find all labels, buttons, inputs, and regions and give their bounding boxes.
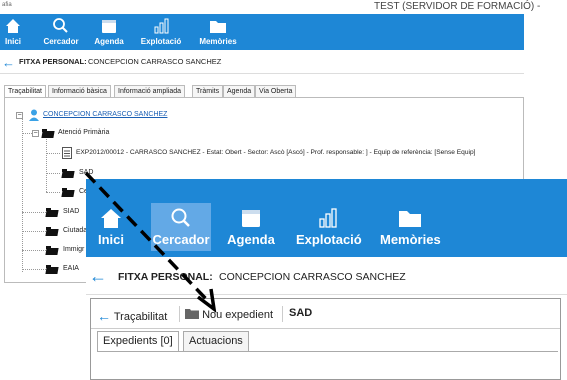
ribbon-inici[interactable]: Inici: [96, 207, 126, 247]
back-arrow-icon[interactable]: ←: [2, 55, 15, 70]
window-tag: afia: [2, 2, 12, 8]
tab-content: [97, 351, 558, 379]
tree-connector: [22, 133, 32, 134]
tracabilitat-label: Traçabilitat: [113, 311, 168, 323]
tree-connector: [46, 153, 60, 154]
folder-icon: [46, 246, 58, 255]
tree-connector: [22, 212, 46, 213]
tree-node-expedient[interactable]: EXP2012/00012 - CARRASCO SANCHEZ - Estat…: [76, 149, 475, 156]
bar-chart-icon: [319, 208, 337, 228]
ribbon: Inici Cercador Agenda Explotació Memòrie…: [0, 14, 524, 50]
tree-expander[interactable]: −: [16, 112, 23, 119]
ribbon-label: Memòries: [199, 37, 237, 46]
tab-actuacions[interactable]: Actuacions: [183, 331, 249, 351]
tree-node-atencio[interactable]: Atenció Primària: [58, 129, 109, 136]
home-icon: [101, 209, 121, 228]
ribbon-agenda[interactable]: Agenda: [227, 207, 275, 247]
folder-icon: [42, 129, 54, 138]
tree-connector: [22, 112, 23, 272]
tree-node-immigr[interactable]: Immigr: [63, 246, 84, 253]
tree-connector: [46, 192, 60, 193]
back-arrow-icon: ←: [97, 308, 111, 324]
record-name: CONCEPCION CARRASCO SANCHEZ: [219, 271, 406, 283]
ribbon-label: Explotació: [140, 37, 182, 46]
folder-icon: [46, 265, 58, 274]
tab-expedients[interactable]: Expedients [0]: [97, 331, 179, 351]
nou-expedient-button[interactable]: Nou expedient: [185, 307, 273, 321]
record-name: CONCEPCION CARRASCO SANCHEZ: [88, 57, 222, 66]
search-icon: [53, 18, 68, 33]
expedient-panel: ← Traçabilitat Nou expedient SAD Expedie…: [90, 298, 561, 380]
calendar-icon: [102, 20, 116, 33]
person-icon: [29, 109, 39, 121]
ribbon-label: Inici: [97, 232, 124, 247]
record-label: FITXA PERSONAL:: [19, 57, 87, 66]
tree-connector: [46, 173, 60, 174]
ribbon: Inici Cercador Agenda Explotació Memòrie…: [86, 179, 567, 257]
record-header: ← FITXA PERSONAL: CONCEPCION CARRASCO SA…: [86, 257, 567, 295]
toolbar-separator: [179, 306, 180, 322]
ribbon-inici[interactable]: Inici: [4, 17, 22, 46]
home-icon: [6, 19, 20, 33]
bar-chart-icon: [154, 18, 169, 34]
ribbon-label: Cercador: [43, 37, 79, 46]
context-label: SAD: [289, 307, 313, 319]
ribbon-explotacio[interactable]: Explotació: [296, 207, 362, 247]
tree-connector: [22, 231, 46, 232]
ribbon-label: Cercador: [152, 232, 210, 247]
ribbon-label: Agenda: [94, 37, 124, 46]
zoomed-window: Inici Cercador Agenda Explotació Memòrie…: [86, 179, 567, 380]
folder-icon: [210, 21, 226, 33]
ribbon-cercador[interactable]: Cercador: [151, 203, 211, 251]
tree-connector: [22, 250, 46, 251]
ribbon-cercador[interactable]: Cercador: [43, 17, 79, 46]
document-icon: [62, 147, 72, 159]
ribbon-memories[interactable]: Memòries: [197, 17, 239, 46]
toolbar: ← Traçabilitat Nou expedient SAD: [91, 299, 560, 329]
ribbon-label: Inici: [4, 37, 21, 46]
record-label: FITXA PERSONAL:: [118, 271, 213, 283]
tracabilitat-button[interactable]: ← Traçabilitat: [97, 307, 168, 324]
calendar-icon: [242, 210, 260, 227]
ribbon-explotacio[interactable]: Explotació: [140, 17, 182, 46]
tree-node-sad[interactable]: SAD: [79, 169, 93, 176]
ribbon-memories[interactable]: Memòries: [380, 207, 441, 247]
nou-expedient-label: Nou expedient: [202, 309, 274, 321]
record-header: ← FITXA PERSONAL: CONCEPCION CARRASCO SA…: [0, 52, 524, 74]
folder-icon: [399, 211, 421, 227]
folder-icon: [46, 208, 58, 217]
tree-connector: [22, 269, 46, 270]
tree-connector: [46, 132, 47, 192]
ribbon-label: Memòries: [380, 232, 441, 247]
tree-person-link[interactable]: CONCEPCION CARRASCO SANCHEZ: [43, 111, 167, 118]
ribbon-label: Explotació: [296, 232, 362, 247]
folder-icon: [46, 227, 58, 236]
back-arrow-icon[interactable]: ←: [89, 266, 107, 287]
folder-icon: [62, 169, 74, 178]
tree-node-siad[interactable]: SIAD: [63, 208, 79, 215]
ribbon-agenda[interactable]: Agenda: [94, 17, 124, 46]
folder-icon: [185, 309, 199, 319]
folder-icon: [62, 188, 74, 197]
tree-node-eaia[interactable]: EAIA: [63, 265, 79, 272]
search-icon: [171, 208, 190, 227]
toolbar-separator: [282, 306, 283, 322]
tree-node-ciutada[interactable]: Ciutada: [63, 227, 87, 234]
window-title: TEST (SERVIDOR DE FORMACIÓ) -: [374, 1, 541, 12]
ribbon-label: Agenda: [227, 232, 275, 247]
tree-expander[interactable]: −: [32, 130, 39, 137]
title-bar: afia TEST (SERVIDOR DE FORMACIÓ) -: [0, 0, 540, 14]
